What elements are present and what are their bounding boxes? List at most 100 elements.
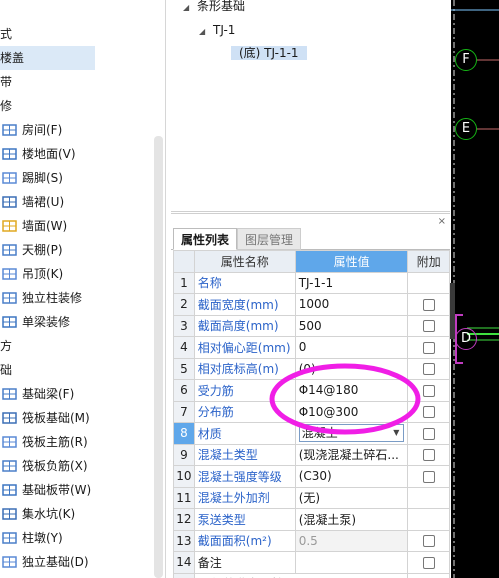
nav-item-21[interactable]: 柱墩(Y) — [0, 526, 150, 550]
nav-item-10[interactable]: 吊顶(K) — [0, 262, 150, 286]
attach-column-header: 附加 — [407, 250, 450, 273]
tree-node-tj1[interactable]: ◢ TJ-1 — [199, 18, 235, 42]
property-value[interactable]: (现浇混凝土碎石... — [294, 443, 409, 466]
nav-item-11[interactable]: 独立柱装修 — [0, 286, 150, 310]
property-name: 材质 — [193, 422, 296, 445]
tree-node-tj1-1[interactable]: (底) TJ-1-1 — [231, 41, 307, 65]
property-row[interactable]: 4 相对偏心距(mm) 0 — [173, 336, 450, 359]
material-select[interactable]: 混凝土 ▼ — [298, 424, 405, 443]
property-value[interactable]: Φ10@300 — [294, 400, 409, 423]
row-index: 9 — [173, 443, 195, 466]
chevron-down-icon[interactable]: ▼ — [393, 425, 399, 441]
attach-checkbox[interactable] — [422, 406, 435, 419]
property-row[interactable]: 14 备注 — [173, 551, 450, 574]
property-row[interactable]: 15+钢筋业务属性 — [173, 572, 450, 578]
property-value[interactable]: TJ-1-1 — [294, 271, 409, 294]
axis-label-f: F — [455, 49, 477, 71]
nav-item-12[interactable]: 单梁装修 — [0, 310, 150, 334]
nav-item-7[interactable]: 墙裙(U) — [0, 190, 150, 214]
nav-item-16[interactable]: 筏板基础(M) — [0, 406, 150, 430]
property-name: 分布筋 — [193, 400, 296, 423]
suspended-ceiling-icon — [1, 266, 18, 282]
foundation-strip-icon — [1, 482, 18, 498]
attach-checkbox[interactable] — [422, 535, 435, 548]
attach-checkbox[interactable] — [422, 427, 435, 440]
property-value[interactable]: Φ14@180 — [294, 379, 409, 402]
property-row[interactable]: 13 截面面积(m²) 0.5 — [173, 529, 450, 552]
nav-item-8[interactable]: 墙面(W) — [0, 214, 150, 238]
beam-finish-icon — [1, 314, 18, 330]
property-value[interactable]: 混凝土 ▼ — [294, 422, 409, 445]
isolated-footing-icon — [1, 554, 18, 570]
attach-checkbox[interactable] — [422, 320, 435, 333]
property-value[interactable]: (C30) — [294, 465, 409, 488]
property-value[interactable]: (混凝土泵) — [294, 508, 409, 531]
property-row[interactable]: 11 混凝土外加剂 (无) — [173, 486, 450, 509]
attach-checkbox[interactable] — [422, 556, 435, 569]
tab-property-list[interactable]: 属性列表 — [173, 228, 238, 250]
nav-item-4[interactable]: 房间(F) — [0, 118, 150, 142]
nav-item-label: 础 — [0, 363, 13, 377]
nav-item-19[interactable]: 基础板带(W) — [0, 478, 150, 502]
nav-item-label: 集水坑(K) — [22, 507, 76, 521]
close-icon[interactable]: × — [438, 216, 446, 227]
nav-item-13[interactable]: 方 — [0, 334, 12, 358]
nav-item-label: 修 — [0, 99, 13, 113]
attach-cell — [407, 508, 450, 531]
nav-item-2[interactable]: 带 — [0, 70, 12, 94]
drawing-canvas[interactable]: F E D — [451, 0, 499, 578]
property-value[interactable] — [294, 551, 409, 574]
tab-layer-management[interactable]: 图层管理 — [237, 228, 302, 250]
nav-item-label: 柱墩(Y) — [22, 531, 63, 545]
nav-item-0[interactable]: 式 — [0, 22, 12, 46]
attach-checkbox[interactable] — [422, 298, 435, 311]
nav-item-6[interactable]: 踢脚(S) — [0, 166, 150, 190]
property-value[interactable]: (0) — [294, 357, 409, 380]
attach-checkbox[interactable] — [422, 449, 435, 462]
nav-item-17[interactable]: 筏板主筋(R) — [0, 430, 150, 454]
tree-collapse-icon[interactable]: ◢ — [183, 0, 197, 20]
nav-item-18[interactable]: 筏板负筋(X) — [0, 454, 150, 478]
property-row[interactable]: 6 受力筋 Φ14@180 — [173, 379, 450, 402]
property-name-header: 属性名称 — [193, 250, 296, 273]
row-index: 6 — [173, 379, 195, 402]
nav-item-5[interactable]: 楼地面(V) — [0, 142, 150, 166]
house-icon — [1, 122, 18, 138]
tree-node-strip-foundation[interactable]: ◢ 条形基础 — [183, 0, 245, 18]
nav-item-15[interactable]: 基础梁(F) — [0, 382, 150, 406]
property-row[interactable]: 12 泵送类型 (混凝土泵) — [173, 508, 450, 531]
property-name: 混凝土类型 — [193, 443, 296, 466]
property-row[interactable]: 3 截面高度(mm) 500 — [173, 314, 450, 337]
canvas-splitter-handle[interactable] — [450, 283, 455, 339]
attach-checkbox[interactable] — [422, 341, 435, 354]
nav-item-22[interactable]: 独立基础(D) — [0, 550, 150, 574]
property-row[interactable]: 1 名称 TJ-1-1 — [173, 271, 450, 294]
tree-collapse-icon[interactable]: ◢ — [199, 20, 213, 44]
property-row[interactable]: 7 分布筋 Φ10@300 — [173, 400, 450, 423]
nav-item-label: 独立柱装修 — [22, 291, 83, 305]
attach-checkbox[interactable] — [422, 363, 435, 376]
property-row[interactable]: 5 相对底标高(m) (0) — [173, 357, 450, 380]
property-value[interactable]: 500 — [294, 314, 409, 337]
index-column-header — [173, 250, 195, 273]
property-value[interactable]: 1000 — [294, 293, 409, 316]
property-row[interactable]: 8 材质 混凝土 ▼ — [173, 422, 450, 445]
property-name: 截面高度(mm) — [193, 314, 296, 337]
attach-checkbox[interactable] — [422, 384, 435, 397]
nav-item-1[interactable]: 楼盖 — [0, 46, 95, 70]
row-index: 15 — [173, 572, 195, 578]
nav-scrollbar[interactable] — [154, 136, 163, 578]
property-row[interactable]: 9 混凝土类型 (现浇混凝土碎石... — [173, 443, 450, 466]
attach-checkbox[interactable] — [422, 470, 435, 483]
nav-item-3[interactable]: 修 — [0, 94, 12, 118]
nav-item-20[interactable]: 集水坑(K) — [0, 502, 150, 526]
property-value[interactable]: 0 — [294, 336, 409, 359]
property-row[interactable]: 10 混凝土强度等级 (C30) — [173, 465, 450, 488]
property-value[interactable]: (无) — [294, 486, 409, 509]
attach-cell — [407, 400, 450, 423]
nav-item-label: 筏板负筋(X) — [22, 459, 88, 473]
nav-item-14[interactable]: 础 — [0, 358, 12, 382]
nav-item-9[interactable]: 天棚(P) — [0, 238, 150, 262]
nav-item-label: 筏板主筋(R) — [22, 435, 88, 449]
property-row[interactable]: 2 截面宽度(mm) 1000 — [173, 293, 450, 316]
